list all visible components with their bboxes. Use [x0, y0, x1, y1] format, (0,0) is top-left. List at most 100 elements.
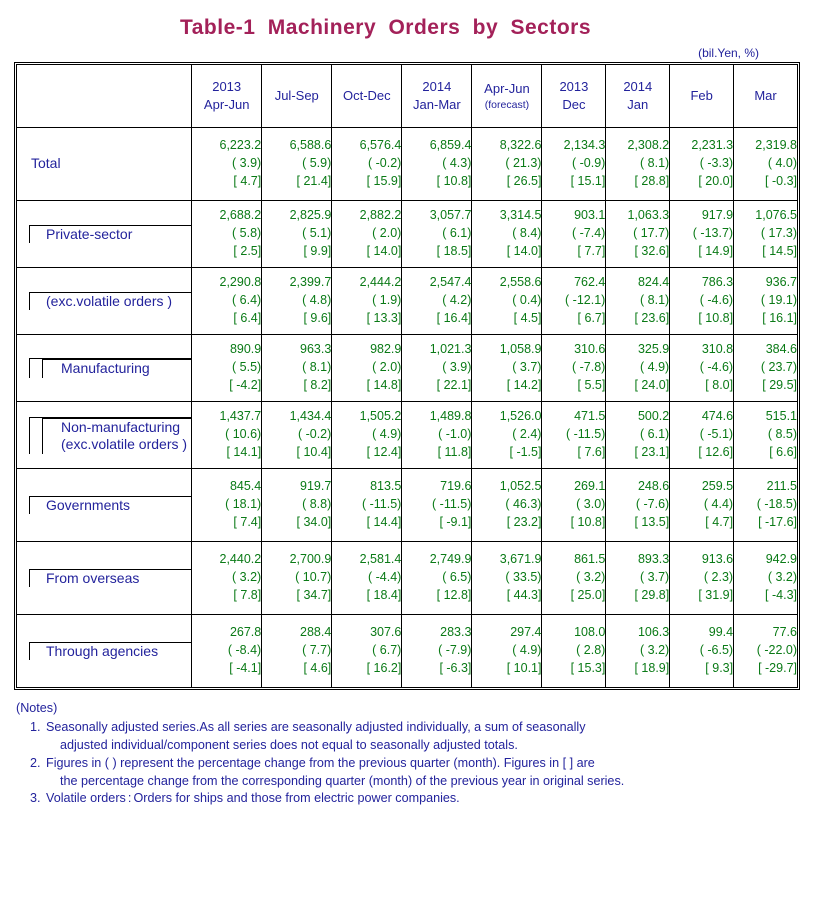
- note-line1: Figures in ( ) represent the percentage …: [46, 755, 595, 770]
- row-label: Private-sector: [46, 225, 133, 242]
- cell-manufacturing-col2: 982.9 ( 2.0) [ 14.8]: [331, 334, 403, 402]
- cell-value: 1,526.0: [499, 409, 542, 424]
- cell-non-manufacturing-col3: 1,489.8 ( -1.0) [ 11.8]: [401, 401, 473, 469]
- cell-yoy-change: [ 9.3]: [705, 660, 734, 675]
- row-label: Through agencies: [46, 642, 159, 659]
- cell-private-sector-col7: 917.9 ( -13.7) [ 14.9]: [669, 200, 735, 268]
- table-row: Governments 845.4 ( 18.1) [ 7.4] 919.7 ( 8.8)…: [15, 468, 798, 542]
- cell-yoy-change: [ 16.4]: [436, 310, 472, 325]
- cell-value: 325.9: [637, 342, 670, 357]
- cell-through-agencies-col3: 283.3 ( -7.9) [ -6.3]: [401, 614, 473, 688]
- cell-qoq-change: ( -12.1): [565, 293, 606, 308]
- cell-value: 515.1: [765, 409, 797, 424]
- cell-from-overseas-col7: 913.6 ( 2.3) [ 31.9]: [669, 541, 735, 615]
- cell-qoq-change: ( -11.5): [565, 427, 606, 442]
- cell-value: 762.4: [574, 275, 606, 290]
- cell-yoy-change: [ 10.8]: [436, 173, 472, 188]
- cell-yoy-change: [ 15.3]: [570, 660, 606, 675]
- cell-private-sector-col2: 2,882.2 ( 2.0) [ 14.0]: [331, 200, 403, 268]
- cell-through-agencies-col2: 307.6 ( 6.7) [ 16.2]: [331, 614, 403, 688]
- cell-from-overseas-col6: 893.3 ( 3.7) [ 29.8]: [605, 541, 671, 615]
- cell-value: 6,859.4: [429, 138, 472, 153]
- cell-total-col8: 2,319.8 ( 4.0) [ -0.3]: [733, 127, 798, 201]
- header-col-4: Apr-Jun (forecast): [471, 64, 543, 128]
- cell-yoy-change: [ -0.3]: [765, 173, 797, 188]
- cell-value: 1,489.8: [429, 409, 472, 424]
- header-period: Mar: [754, 88, 777, 104]
- cell-value: 269.1: [574, 479, 606, 494]
- cell-governments-col6: 248.6 ( -7.6) [ 13.5]: [605, 468, 671, 542]
- table-header: 2013 Apr-Jun Jul-Sep Oct-Dec 2014 Jan-Ma…: [15, 64, 798, 128]
- cell-qoq-change: ( 6.1): [442, 226, 472, 241]
- cell-qoq-change: ( 3.2): [576, 570, 606, 585]
- cell-private-sector-col5: 903.1 ( -7.4) [ 7.7]: [541, 200, 607, 268]
- cell-yoy-change: [ 21.4]: [296, 173, 332, 188]
- cell-yoy-change: [ 29.8]: [634, 587, 670, 602]
- cell-yoy-change: [ 34.0]: [296, 514, 332, 529]
- cell-qoq-change: ( 4.3): [442, 156, 472, 171]
- cell-qoq-change: ( -0.9): [572, 156, 606, 171]
- cell-private-sector-exc-volatile-col8: 936.7 ( 19.1) [ 16.1]: [733, 267, 798, 335]
- cell-value: 3,057.7: [429, 208, 472, 223]
- cell-yoy-change: [ 18.9]: [634, 660, 670, 675]
- cell-value: 963.3: [300, 342, 332, 357]
- table-row: (exc.volatile orders ) 2,290.8 ( 6.4) [ 6.4…: [15, 267, 798, 335]
- cell-qoq-change: ( 4.4): [703, 497, 734, 512]
- cell-private-sector-col8: 1,076.5 ( 17.3) [ 14.5]: [733, 200, 798, 268]
- cell-value: 108.0: [574, 625, 606, 640]
- cell-yoy-change: [ -4.3]: [765, 587, 797, 602]
- header-year: 2014: [623, 79, 653, 95]
- cell-yoy-change: [ 24.0]: [634, 377, 670, 392]
- cell-value: 259.5: [701, 479, 734, 494]
- cell-non-manufacturing-col6: 500.2 ( 6.1) [ 23.1]: [605, 401, 671, 469]
- cell-qoq-change: ( 3.2): [232, 570, 262, 585]
- note-number: 1.: [30, 719, 41, 734]
- cell-qoq-change: ( 5.9): [302, 156, 332, 171]
- cell-yoy-change: [ 7.7]: [577, 243, 606, 258]
- cell-private-sector-exc-volatile-col4: 2,558.6 ( 0.4) [ 4.5]: [471, 267, 543, 335]
- cell-total-col7: 2,231.3 ( -3.3) [ 20.0]: [669, 127, 735, 201]
- cell-yoy-change: [ 23.2]: [506, 514, 542, 529]
- cell-value: 6,576.4: [359, 138, 402, 153]
- cell-yoy-change: [ 15.9]: [366, 173, 402, 188]
- cell-through-agencies-col6: 106.3 ( 3.2) [ 18.9]: [605, 614, 671, 688]
- note-item: 3. Volatile orders : Orders for ships and…: [16, 790, 831, 808]
- cell-qoq-change: ( -3.3): [699, 156, 734, 171]
- cell-value: 893.3: [637, 552, 670, 567]
- table-row: Through agencies 267.8( -8.4)[ -4.1] 288.4…: [15, 614, 798, 688]
- row-label: Manufacturing: [61, 360, 150, 377]
- cell-yoy-change: [ 12.4]: [366, 444, 402, 459]
- header-period: Jan: [627, 97, 649, 112]
- cell-private-sector-col3: 3,057.7 ( 6.1) [ 18.5]: [401, 200, 473, 268]
- cell-value: 2,440.2: [219, 552, 262, 567]
- nesting-level-1: From overseas: [29, 568, 192, 588]
- header-period: Apr-Jun: [203, 97, 250, 112]
- cell-yoy-change: [ -4.2]: [229, 377, 262, 392]
- cell-manufacturing-col3: 1,021.3 ( 3.9) [ 22.1]: [401, 334, 473, 402]
- cell-qoq-change: ( 8.1): [640, 293, 670, 308]
- page-title: Table-1 Machinery Orders by Sectors: [179, 16, 592, 39]
- machinery-orders-table: 2013 Apr-Jun Jul-Sep Oct-Dec 2014 Jan-Ma…: [15, 64, 798, 688]
- cell-non-manufacturing-col5: 471.5 ( -11.5) [ 7.6]: [541, 401, 607, 469]
- cell-private-sector-exc-volatile-col0: 2,290.8 ( 6.4) [ 6.4]: [191, 267, 263, 335]
- unit-note: (bil.Yen, %): [698, 46, 759, 60]
- cell-yoy-change: [ 12.8]: [436, 587, 472, 602]
- cell-total-col1: 6,588.6 ( 5.9) [ 21.4]: [261, 127, 333, 201]
- cell-private-sector-exc-volatile-col7: 786.3 ( -4.6) [ 10.8]: [669, 267, 735, 335]
- row-label-cell-non-manufacturing: Non-manufacturing (exc.volatile orders ): [15, 401, 193, 469]
- cell-value: 913.6: [701, 552, 734, 567]
- header-col-3: 2014 Jan-Mar: [401, 64, 473, 128]
- cell-value: 267.8: [229, 625, 262, 640]
- cell-yoy-change: [ 2.5]: [233, 243, 262, 258]
- note-line1: Volatile orders : Orders for ships and t…: [46, 791, 460, 806]
- cell-qoq-change: ( -4.6): [699, 293, 734, 308]
- table-body: Total 6,223.2 ( 3.9) [ 4.7] 6,588.6 ( 5.9) [ 2…: [15, 127, 798, 688]
- nesting-level-1: Non-manufacturing (exc.volatile orders ): [29, 416, 192, 454]
- cell-qoq-change: ( 4.8): [302, 293, 332, 308]
- cell-qoq-change: ( 8.5): [767, 427, 797, 442]
- cell-qoq-change: ( 4.0): [767, 156, 797, 171]
- cell-manufacturing-col8: 384.6 ( 23.7) [ 29.5]: [733, 334, 798, 402]
- cell-non-manufacturing-col8: 515.1 ( 8.5) [ 6.6]: [733, 401, 798, 469]
- cell-qoq-change: ( 2.8): [576, 643, 606, 658]
- cell-value: 288.4: [300, 625, 332, 640]
